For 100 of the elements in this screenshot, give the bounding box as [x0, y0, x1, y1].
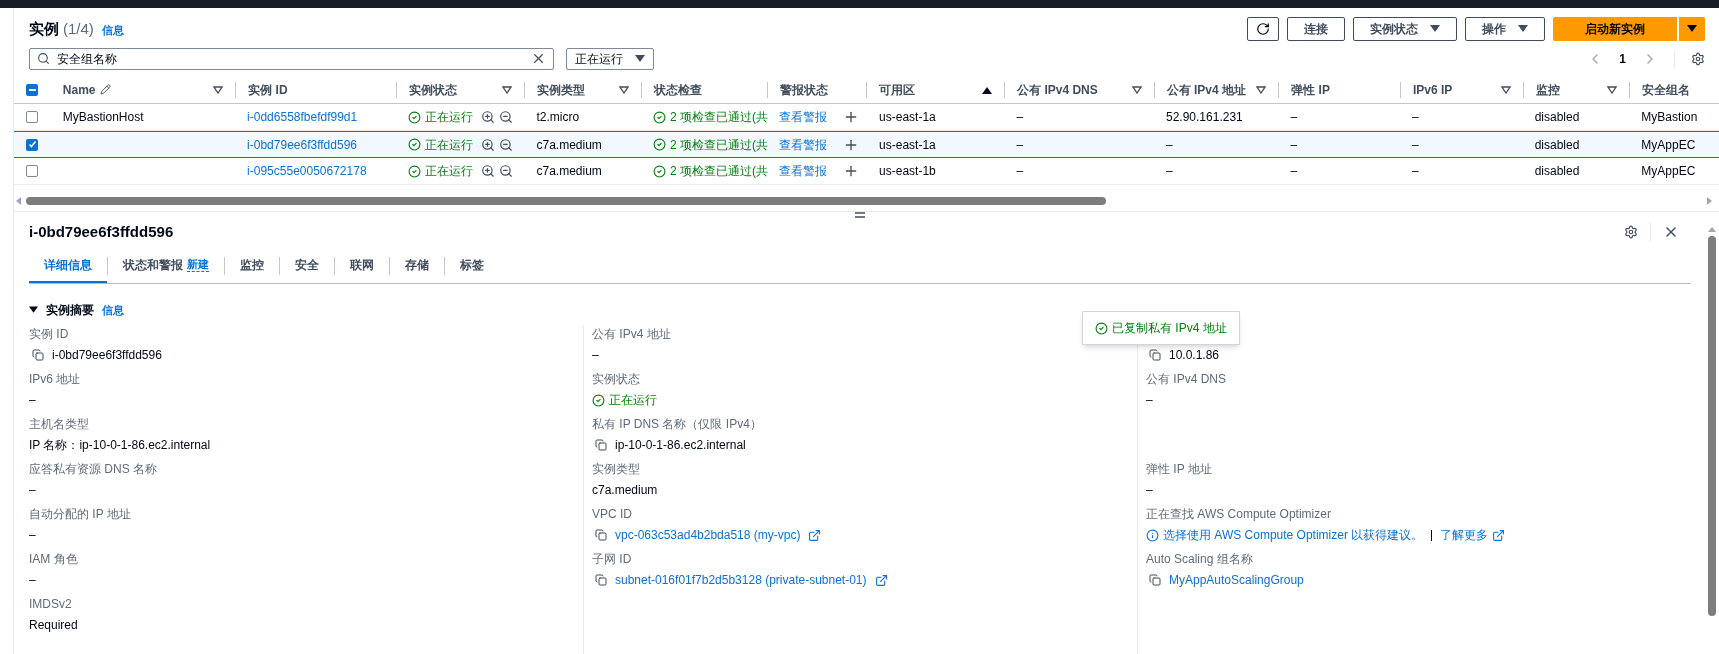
zoom-in-icon[interactable]: [480, 137, 495, 152]
view-alarms-link[interactable]: 查看警报: [779, 135, 828, 154]
horizontal-scrollbar[interactable]: [14, 196, 1714, 206]
table-cell-text: –: [1412, 109, 1419, 126]
external-link-icon[interactable]: [808, 528, 822, 542]
column-header[interactable]: IPv6 IP: [1412, 80, 1453, 99]
table-cell-text: –: [1290, 136, 1298, 154]
sort-icon[interactable]: [1500, 85, 1511, 94]
table-cell-text: us-east-1a: [879, 136, 936, 154]
section-title[interactable]: 实例摘要: [46, 301, 94, 319]
field-value: 10.0.1.86: [1169, 347, 1220, 364]
state-filter-dropdown[interactable]: 正在运行: [566, 48, 654, 70]
expand-caret-icon[interactable]: [29, 306, 38, 314]
column-header[interactable]: 可用区: [879, 80, 916, 99]
status-check-text: 2 项检查已通过(共: [670, 136, 769, 154]
row-checkbox[interactable]: [26, 165, 39, 177]
status-check-text: 2 项检查已通过(共: [670, 163, 769, 180]
settings-icon[interactable]: [1624, 225, 1638, 239]
column-header[interactable]: 公有 IPv4 DNS: [1017, 80, 1098, 99]
detail-tab[interactable]: 详细信息: [29, 249, 107, 283]
external-link-icon[interactable]: [1492, 528, 1506, 542]
select-all-checkbox[interactable]: [26, 83, 39, 96]
drag-handle-icon[interactable]: [855, 212, 865, 218]
sort-icon[interactable]: [1131, 85, 1142, 94]
launch-dropdown-button[interactable]: [1679, 17, 1705, 41]
copy-icon[interactable]: [1149, 349, 1161, 361]
column-header[interactable]: 安全组名: [1642, 80, 1691, 99]
column-header[interactable]: 警报状态: [779, 80, 828, 99]
copy-icon[interactable]: [595, 529, 607, 541]
detail-tab[interactable]: 监控: [225, 249, 279, 283]
status-text: 正在运行: [424, 136, 473, 154]
page-title: 实例: [29, 18, 59, 39]
table-cell-text: –: [1016, 136, 1024, 154]
column-header[interactable]: Name: [62, 80, 96, 99]
resource-link[interactable]: MyAppAutoScalingGroup: [1169, 571, 1304, 589]
external-link-icon[interactable]: [874, 573, 888, 587]
copy-icon[interactable]: [32, 349, 44, 361]
resource-link[interactable]: vpc-063c53ad4b2bda518 (my-vpc): [615, 526, 801, 544]
zoom-out-icon[interactable]: [498, 164, 513, 178]
detail-tab[interactable]: 标签: [445, 249, 499, 283]
sort-icon[interactable]: [1607, 85, 1618, 94]
detail-title: i-0bd79ee6f3ffdd596: [29, 221, 174, 242]
zoom-in-icon[interactable]: [480, 164, 495, 178]
sort-icon[interactable]: [1256, 85, 1267, 94]
check-circle-icon: [407, 164, 421, 178]
field-label: IPv6 地址: [29, 371, 81, 388]
info-icon: [1146, 528, 1159, 542]
instance-id-link[interactable]: i-0dd6558fbefdf99d1: [247, 108, 358, 126]
row-checkbox[interactable]: [26, 138, 39, 151]
field-label: 正在查找 AWS Compute Optimizer: [1146, 506, 1331, 523]
dropdown-button[interactable]: 实例状态: [1353, 17, 1457, 41]
dropdown-button[interactable]: 操作: [1465, 17, 1545, 41]
settings-icon[interactable]: [1691, 52, 1705, 66]
page-number[interactable]: 1: [1619, 50, 1626, 68]
caret-icon: [1518, 25, 1528, 33]
column-header[interactable]: 状态检查: [654, 80, 703, 99]
copy-icon[interactable]: [595, 574, 607, 586]
detail-tab[interactable]: 联网: [335, 249, 389, 283]
resource-link[interactable]: subnet-016f01f7b2d5b3128 (private-subnet-01): [615, 571, 867, 589]
info-link[interactable]: 信息: [102, 301, 124, 319]
column-header[interactable]: 实例类型: [537, 80, 586, 99]
view-alarms-link[interactable]: 查看警报: [779, 162, 828, 180]
field-value: c7a.medium: [592, 483, 658, 497]
zoom-out-icon[interactable]: [498, 137, 513, 152]
detail-tab[interactable]: 安全: [280, 249, 334, 283]
sort-icon[interactable]: [502, 85, 513, 94]
column-header[interactable]: 公有 IPv4 地址: [1166, 80, 1246, 99]
zoom-in-icon[interactable]: [480, 110, 495, 124]
connect-button[interactable]: 连接: [1287, 17, 1345, 41]
optimizer-link[interactable]: 选择使用 AWS Compute Optimizer 以获得建议。: [1163, 526, 1424, 544]
sort-ascending-icon[interactable]: [982, 85, 993, 94]
refresh-button[interactable]: [1247, 17, 1279, 41]
table-cell-text: us-east-1b: [879, 163, 936, 180]
field-value: –: [29, 483, 36, 497]
field-value: –: [29, 528, 36, 542]
learn-more-link[interactable]: 了解更多: [1440, 526, 1489, 544]
search-field[interactable]: 安全组名称: [29, 48, 554, 70]
field-label: 实例状态: [592, 371, 640, 388]
clear-icon[interactable]: [531, 51, 546, 66]
column-header[interactable]: 实例 ID: [248, 80, 288, 99]
field-value: i-0bd79ee6f3ffdd596: [52, 347, 162, 364]
column-header[interactable]: 弹性 IP: [1291, 80, 1330, 99]
column-header[interactable]: 实例状态: [408, 80, 457, 99]
zoom-out-icon[interactable]: [498, 110, 513, 124]
sort-icon[interactable]: [619, 85, 630, 94]
detail-tab[interactable]: 状态和警报 新建: [108, 249, 224, 283]
check-circle-icon: [407, 110, 421, 124]
toast-message: 已复制私有 IPv4 地址: [1112, 320, 1227, 337]
instance-id-link[interactable]: i-0bd79ee6f3ffdd596: [247, 135, 357, 154]
detail-tab[interactable]: 存储: [390, 249, 444, 283]
copy-icon[interactable]: [1149, 574, 1161, 586]
instance-id-link[interactable]: i-095c55e0050672178: [247, 162, 367, 180]
table-cell-text: –: [1166, 136, 1173, 154]
view-alarms-link[interactable]: 查看警报: [779, 108, 828, 126]
column-header[interactable]: 监控: [1535, 80, 1560, 99]
info-link[interactable]: 信息: [101, 21, 124, 39]
launch-instance-button[interactable]: 启动新实例: [1553, 17, 1677, 41]
row-checkbox[interactable]: [26, 111, 39, 123]
copy-icon[interactable]: [595, 439, 607, 451]
sort-icon[interactable]: [213, 85, 224, 94]
